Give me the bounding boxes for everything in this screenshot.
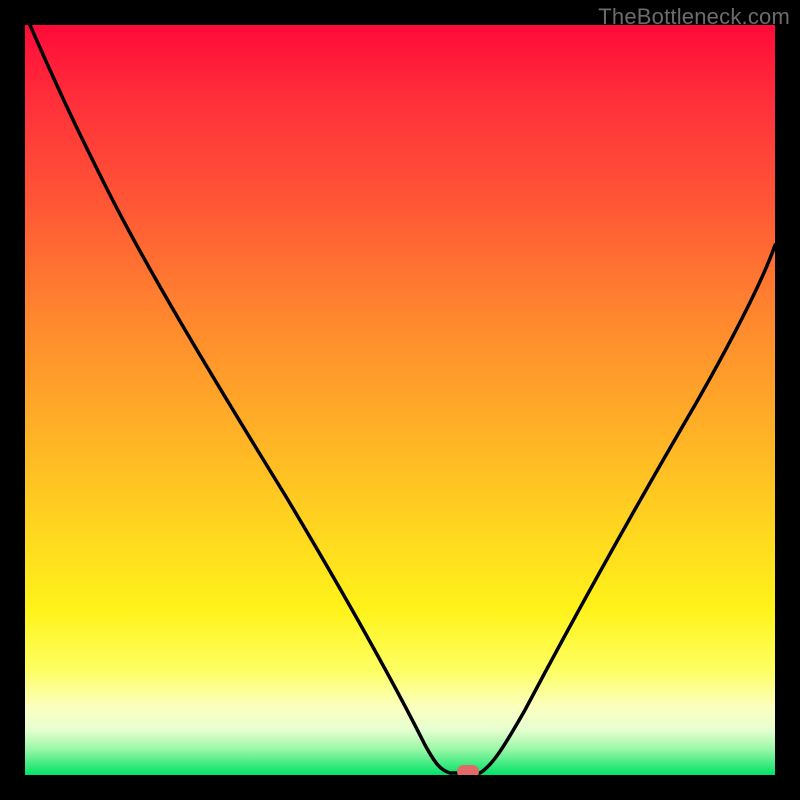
plot-area <box>25 25 775 775</box>
chart-frame: TheBottleneck.com <box>0 0 800 800</box>
bottleneck-curve <box>30 25 775 773</box>
optimum-marker <box>457 765 479 775</box>
curve-layer <box>25 25 775 775</box>
watermark-text: TheBottleneck.com <box>598 4 790 30</box>
